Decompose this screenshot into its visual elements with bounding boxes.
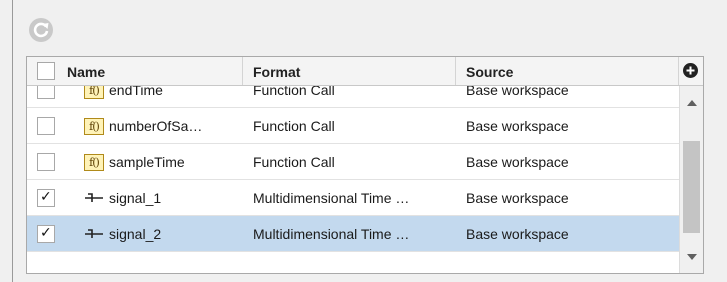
- row-format: Multidimensional Time …: [253, 226, 410, 242]
- row-format: Function Call: [253, 86, 335, 98]
- table-row[interactable]: f() endTime Function Call Base workspace: [27, 86, 679, 108]
- row-source: Base workspace: [466, 118, 569, 134]
- row-source: Base workspace: [466, 226, 569, 242]
- function-icon: f(): [84, 86, 104, 99]
- row-format: Multidimensional Time …: [253, 190, 410, 206]
- refresh-icon[interactable]: [28, 17, 54, 43]
- row-name: endTime: [109, 86, 163, 98]
- row-checkbox[interactable]: [37, 153, 55, 171]
- row-source: Base workspace: [466, 86, 569, 98]
- row-source: Base workspace: [466, 190, 569, 206]
- scroll-up-icon[interactable]: [687, 100, 697, 106]
- table-row[interactable]: f() numberOfSa… Function Call Base works…: [27, 108, 679, 144]
- panel-divider: [12, 0, 13, 282]
- signal-icon: [85, 193, 103, 202]
- row-checkbox[interactable]: [37, 86, 55, 99]
- row-format: Function Call: [253, 118, 335, 134]
- function-icon: f(): [84, 118, 104, 135]
- row-name: signal_1: [109, 190, 162, 206]
- row-name: numberOfSa…: [109, 118, 203, 134]
- table-row[interactable]: signal_1 Multidimensional Time … Base wo…: [27, 180, 679, 216]
- scrollbar-thumb[interactable]: [683, 141, 700, 233]
- table-row[interactable]: f() sampleTime Function Call Base worksp…: [27, 144, 679, 180]
- table-row[interactable]: signal_2 Multidimensional Time … Base wo…: [27, 216, 679, 252]
- row-checkbox[interactable]: [37, 117, 55, 135]
- column-header-name[interactable]: Name: [57, 57, 243, 85]
- table-header: Name Format Source: [27, 57, 703, 86]
- row-checkbox[interactable]: [37, 225, 55, 243]
- signal-icon: [85, 229, 103, 238]
- table-body: f() endTime Function Call Base workspace…: [27, 86, 679, 273]
- row-format: Function Call: [253, 154, 335, 170]
- import-panel: Name Format Source f() endTime Function …: [0, 0, 727, 282]
- vertical-scrollbar[interactable]: [679, 86, 703, 273]
- scroll-down-icon[interactable]: [687, 254, 697, 260]
- row-checkbox[interactable]: [37, 189, 55, 207]
- variables-table: Name Format Source f() endTime Function …: [26, 56, 704, 274]
- row-source: Base workspace: [466, 154, 569, 170]
- column-header-source[interactable]: Source: [456, 57, 679, 85]
- function-icon: f(): [84, 154, 104, 171]
- row-name: sampleTime: [109, 154, 185, 170]
- row-name: signal_2: [109, 226, 162, 242]
- plus-circle-icon[interactable]: [682, 62, 699, 79]
- select-all-checkbox[interactable]: [37, 62, 55, 80]
- column-header-format[interactable]: Format: [243, 57, 456, 85]
